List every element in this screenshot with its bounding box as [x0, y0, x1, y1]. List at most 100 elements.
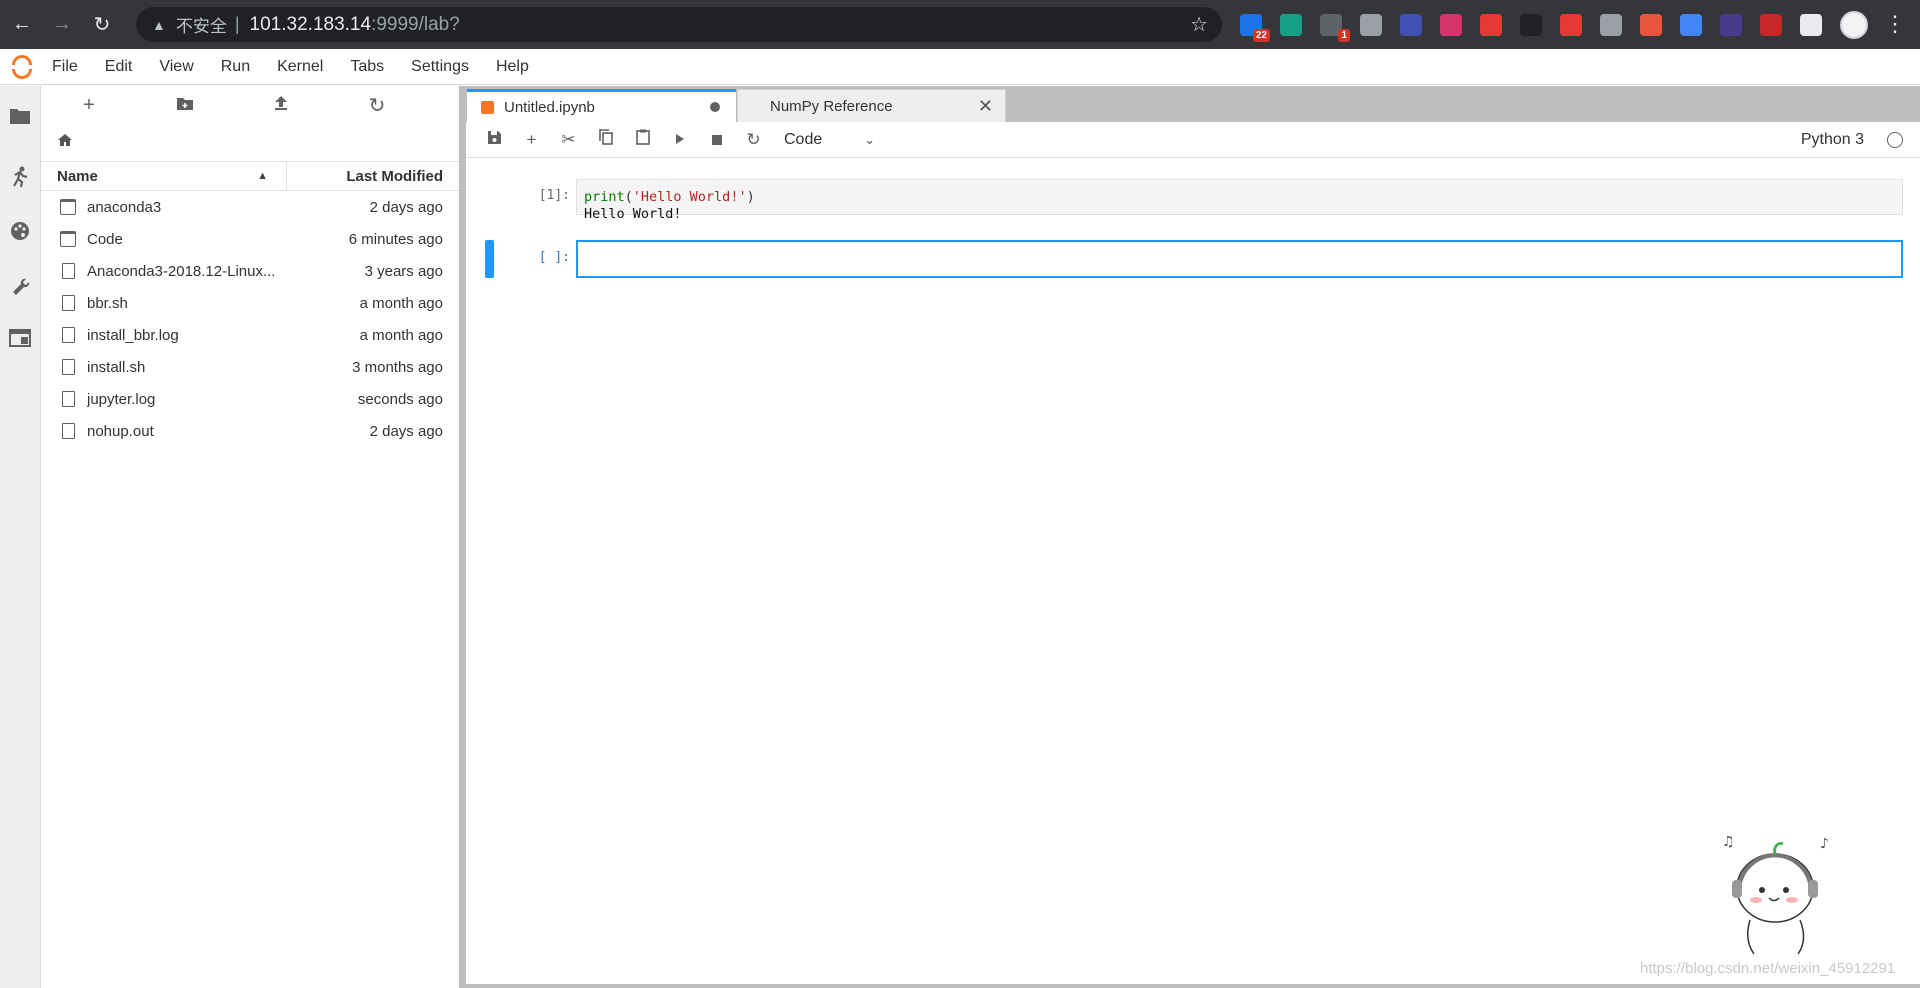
run-icon[interactable] — [661, 130, 698, 150]
input-prompt: [1]: — [538, 188, 570, 203]
file-list-item[interactable]: bbr.sh a month ago — [41, 287, 459, 319]
paste-icon[interactable] — [624, 129, 661, 150]
kebab-menu-icon[interactable]: ⋮ — [1884, 10, 1906, 38]
file-list-item[interactable]: nohup.out 2 days ago — [41, 415, 459, 447]
home-icon[interactable] — [57, 131, 73, 152]
file-name: install_bbr.log — [87, 326, 179, 344]
active-cell-indicator — [485, 240, 494, 278]
cut-icon[interactable]: ✂ — [550, 130, 587, 150]
menu-settings[interactable]: Settings — [411, 58, 469, 76]
upload-icon[interactable] — [233, 94, 329, 117]
folder-icon[interactable] — [6, 102, 34, 130]
cell-type-select[interactable]: Code ⌄ — [784, 131, 884, 149]
file-list-item[interactable]: install.sh 3 months ago — [41, 351, 459, 383]
panel-splitter[interactable] — [459, 86, 466, 988]
profile-avatar[interactable] — [1840, 11, 1868, 39]
shield-extension-icon[interactable] — [1600, 14, 1622, 36]
stop-icon[interactable] — [698, 130, 735, 150]
forward-icon[interactable]: → — [44, 7, 80, 43]
cell-editor[interactable]: print('Hello World!') — [576, 179, 1903, 215]
menu-file[interactable]: File — [52, 58, 78, 76]
file-browser-toolbar: + ↻ — [41, 86, 459, 124]
refresh-red-extension-icon[interactable] — [1480, 14, 1502, 36]
file-name: bbr.sh — [87, 294, 128, 312]
unsaved-dot-icon[interactable] — [710, 102, 720, 112]
column-header-name[interactable]: Name ▲ — [41, 162, 287, 190]
running-icon[interactable] — [6, 163, 34, 191]
cell-editor[interactable] — [576, 240, 1903, 278]
kernel-idle-icon — [1887, 131, 1903, 148]
close-icon[interactable]: ✕ — [978, 96, 993, 117]
add-cell-icon[interactable]: + — [513, 130, 550, 150]
file-modified: 2 days ago — [369, 198, 443, 216]
restart-icon[interactable]: ↻ — [735, 130, 772, 150]
file-name: Code — [87, 230, 123, 248]
file-list-item[interactable]: Anaconda3-2018.12-Linux... 3 years ago — [41, 255, 459, 287]
code-paren-close: ) — [746, 189, 755, 205]
glasses-extension-icon[interactable]: 1 — [1320, 14, 1350, 42]
circle-extension-icon[interactable] — [1760, 14, 1782, 36]
reload-icon[interactable]: ↻ — [84, 7, 120, 43]
jupyter-menubar: File Edit View Run Kernel Tabs Settings … — [0, 49, 1920, 85]
column-header-modified[interactable]: Last Modified — [287, 162, 459, 190]
puzzle-extension-icon[interactable] — [1800, 14, 1822, 36]
kernel-name[interactable]: Python 3 — [1801, 131, 1864, 149]
file-modified: a month ago — [359, 294, 443, 312]
new-launcher-icon[interactable]: + — [41, 94, 137, 117]
new-folder-icon[interactable] — [137, 94, 233, 117]
file-name: install.sh — [87, 358, 146, 376]
extension-badge: 1 — [1338, 29, 1350, 42]
menu-tabs[interactable]: Tabs — [350, 58, 384, 76]
file-list-item[interactable]: anaconda3 2 days ago — [41, 191, 459, 223]
file-icon — [62, 391, 75, 407]
file-browser: + ↻ Name ▲ Last Modified anaconda3 2 days… — [41, 86, 459, 988]
file-list-item[interactable]: Code 6 minutes ago — [41, 223, 459, 255]
input-prompt: [ ]: — [538, 250, 570, 265]
file-modified: 2 days ago — [369, 422, 443, 440]
file-modified: 6 minutes ago — [348, 230, 443, 248]
jb-extension-icon[interactable] — [1520, 14, 1542, 36]
file-list-header: Name ▲ Last Modified — [41, 161, 459, 191]
menu-help[interactable]: Help — [496, 58, 529, 76]
translate-extension-icon[interactable] — [1680, 14, 1702, 36]
file-list-item[interactable]: install_bbr.log a month ago — [41, 319, 459, 351]
active-code-cell[interactable]: [ ]: — [466, 240, 1920, 278]
du-extension-icon[interactable] — [1440, 14, 1462, 36]
url-path: :9999/lab? — [371, 13, 460, 35]
menu-kernel[interactable]: Kernel — [277, 58, 323, 76]
palette-icon[interactable] — [6, 217, 34, 245]
menu-view[interactable]: View — [159, 58, 193, 76]
puzzle-grid-extension-icon[interactable]: 22 — [1240, 14, 1270, 42]
bookmark-star-icon[interactable]: ☆ — [1190, 12, 1208, 37]
back-icon[interactable]: ← — [4, 7, 40, 43]
tab-numpy-reference[interactable]: NumPy Reference ✕ — [737, 89, 1006, 122]
triangle-extension-icon[interactable] — [1360, 14, 1382, 36]
moon-extension-icon[interactable] — [1400, 14, 1422, 36]
mascot-sticker-icon: ♪ ♫ — [1722, 834, 1829, 955]
abp-extension-icon[interactable] — [1560, 14, 1582, 36]
tab-label: NumPy Reference — [770, 97, 893, 115]
address-separator: | — [234, 14, 240, 34]
ia-extension-icon[interactable] — [1720, 14, 1742, 36]
copy-icon[interactable] — [587, 129, 624, 150]
code-paren-open: ( — [624, 189, 633, 205]
code-cell[interactable]: [1]: print('Hello World!') — [466, 179, 1920, 215]
address-bar[interactable]: ▲ 不安全 | 101.32.183.14 :9999/lab? ☆ — [136, 7, 1222, 42]
s-extension-icon[interactable] — [1280, 14, 1302, 36]
refresh-icon[interactable]: ↻ — [329, 93, 425, 118]
file-list: anaconda3 2 days ago Code 6 minutes ago Anac… — [41, 191, 459, 447]
tab-untitled-ipynb[interactable]: Untitled.ipynb — [467, 89, 736, 122]
menu-edit[interactable]: Edit — [105, 58, 133, 76]
warning-icon: ▲ — [152, 16, 166, 33]
save-icon[interactable] — [476, 130, 513, 150]
org-extension-icon[interactable] — [1640, 14, 1662, 36]
tabs-panel-icon[interactable] — [6, 324, 34, 352]
menu-run[interactable]: Run — [221, 58, 250, 76]
folder-icon — [60, 231, 76, 247]
svg-text:♫: ♫ — [1722, 834, 1735, 850]
file-modified: a month ago — [359, 326, 443, 344]
tab-bar: Untitled.ipynb NumPy Reference ✕ — [466, 89, 1006, 122]
wrench-icon[interactable] — [6, 271, 34, 299]
file-list-item[interactable]: jupyter.log seconds ago — [41, 383, 459, 415]
file-modified: 3 months ago — [352, 358, 443, 376]
